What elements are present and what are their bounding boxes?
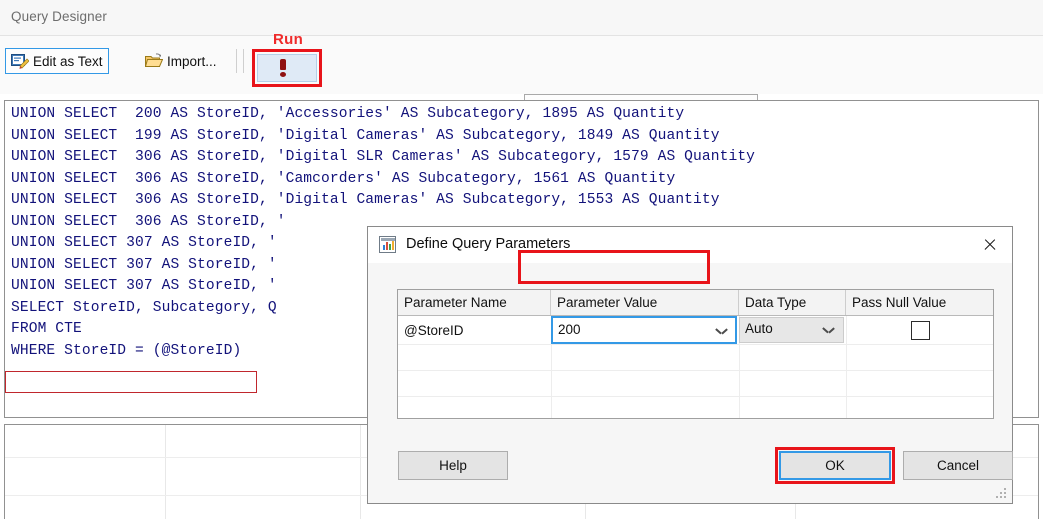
query-designer-pane-header: Query Designer — [0, 0, 1043, 36]
grid-column-divider — [165, 425, 166, 519]
edit-as-text-icon-svg — [11, 53, 29, 70]
chevron-down-icon[interactable] — [716, 328, 727, 335]
column-header-parameter-name[interactable]: Parameter Name — [398, 290, 551, 315]
column-header-parameter-value[interactable]: Parameter Value — [551, 290, 739, 315]
red-exclamation-icon — [280, 59, 286, 77]
query-designer-toolbar: Edit as Text Import... Command type: Tex… — [0, 36, 1043, 94]
table-row-divider — [398, 370, 993, 371]
parameters-table-header: Parameter Name Parameter Value Data Type… — [398, 290, 993, 316]
import-button[interactable]: Import... — [139, 48, 223, 74]
column-header-pass-null-value[interactable]: Pass Null Value — [846, 290, 993, 315]
close-icon[interactable] — [968, 227, 1012, 263]
table-column-divider — [846, 316, 847, 419]
resize-grip-icon[interactable] — [996, 488, 1007, 499]
ok-button[interactable]: OK — [779, 451, 891, 480]
edit-as-text-button[interactable]: Edit as Text — [5, 48, 109, 74]
define-query-parameters-dialog: Define Query Parameters Parameter Name P… — [367, 226, 1013, 504]
dialog-titlebar: Define Query Parameters — [368, 227, 1012, 263]
parameter-value-text: 200 — [558, 322, 581, 337]
import-label: Import... — [167, 54, 217, 69]
help-button[interactable]: Help — [398, 451, 508, 480]
data-type-combobox[interactable]: Auto — [739, 317, 844, 343]
folder-open-icon — [145, 53, 163, 69]
table-row-divider — [398, 344, 993, 345]
column-header-data-type[interactable]: Data Type — [739, 290, 846, 315]
query-parameters-icon — [379, 236, 396, 253]
cancel-button[interactable]: Cancel — [903, 451, 1013, 480]
run-annotation-label: Run — [273, 31, 303, 48]
toolbar-separator — [236, 49, 237, 73]
chevron-down-icon[interactable] — [823, 327, 834, 334]
edit-as-text-label: Edit as Text — [33, 54, 103, 69]
toolbar-separator-2 — [243, 49, 244, 73]
grid-column-divider — [360, 425, 361, 519]
data-type-text: Auto — [745, 321, 773, 336]
folder-open-icon-svg — [145, 53, 163, 69]
pass-null-value-checkbox[interactable] — [911, 321, 930, 340]
parameters-table[interactable]: Parameter Name Parameter Value Data Type… — [397, 289, 994, 419]
table-row-divider — [398, 396, 993, 397]
dialog-title: Define Query Parameters — [406, 236, 570, 252]
edit-as-text-icon — [11, 53, 29, 70]
run-button[interactable] — [257, 54, 317, 82]
cell-parameter-name[interactable]: @StoreID — [398, 316, 551, 344]
parameter-value-combobox[interactable]: 200 — [551, 316, 737, 344]
page-title: Query Designer — [11, 9, 107, 24]
